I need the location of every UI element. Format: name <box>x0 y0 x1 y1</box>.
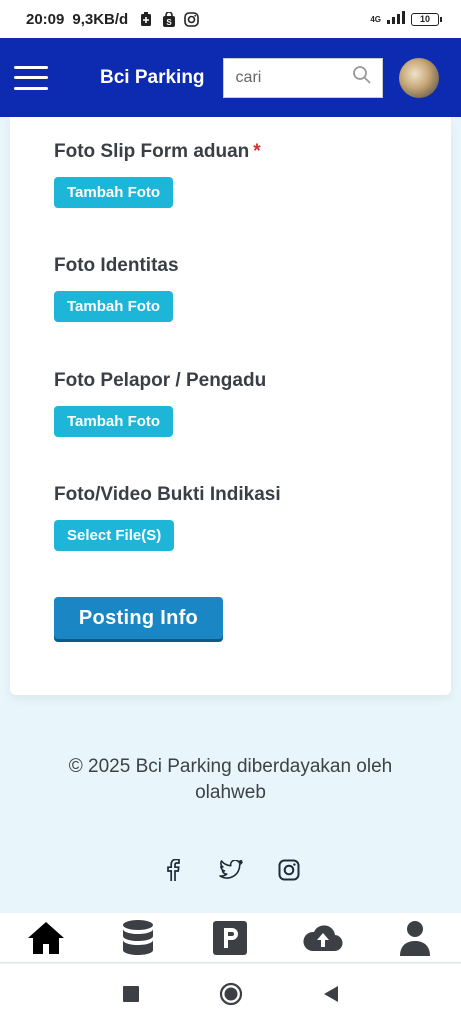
field-label: Foto Pelapor / Pengadu <box>54 370 267 391</box>
battery-icon: 10 <box>411 12 442 26</box>
social-links <box>0 858 461 882</box>
upload-form-card: Foto Slip Form aduan * Tambah Foto Foto I… <box>10 117 451 695</box>
home-button-icon[interactable] <box>216 979 246 1009</box>
field-slip-form: Foto Slip Form aduan * Tambah Foto <box>54 141 261 208</box>
parking-icon[interactable] <box>208 916 252 960</box>
copyright-text: © 2025 Bci Parking diberdayakan oleh <box>68 756 393 777</box>
select-files-button[interactable]: Select File(S) <box>54 520 175 551</box>
field-label: Foto/Video Bukti Indikasi <box>54 484 281 505</box>
add-photo-slip-button[interactable]: Tambah Foto <box>54 177 174 208</box>
status-time: 20:09 <box>26 10 65 28</box>
search-input[interactable] <box>235 68 352 87</box>
battery-level: 10 <box>419 14 430 24</box>
twitter-icon[interactable] <box>218 858 243 882</box>
field-evidence: Foto/Video Bukti Indikasi Select File(S) <box>54 484 281 551</box>
credit-link[interactable]: olahweb <box>0 780 461 806</box>
facebook-icon[interactable] <box>161 858 185 882</box>
field-identity: Foto Identitas Tambah Foto <box>54 255 179 322</box>
add-photo-reporter-button[interactable]: Tambah Foto <box>54 406 174 437</box>
status-bar: 20:09 9,3KB/d S 4G 10 <box>0 0 461 38</box>
svg-text:S: S <box>166 18 172 27</box>
field-label: Foto Identitas <box>54 255 179 276</box>
recent-apps-icon[interactable] <box>116 979 146 1009</box>
status-network-speed: 9,3KB/d <box>72 10 129 28</box>
instagram-notification-icon <box>184 11 200 27</box>
home-icon[interactable] <box>24 916 68 960</box>
signal-icon <box>387 10 405 28</box>
required-mark: * <box>253 141 261 162</box>
back-icon[interactable] <box>316 979 346 1009</box>
app-title[interactable]: Bci Parking <box>100 67 205 89</box>
database-icon[interactable] <box>116 916 160 960</box>
app-bar: Bci Parking <box>0 38 461 117</box>
add-photo-identity-button[interactable]: Tambah Foto <box>54 291 174 322</box>
search-box <box>222 57 383 98</box>
field-label: Foto Slip Form aduan * <box>54 141 261 162</box>
field-reporter: Foto Pelapor / Pengadu Tambah Foto <box>54 370 266 437</box>
posting-info-button[interactable]: Posting Info <box>54 597 223 639</box>
footer-copyright: © 2025 Bci Parking diberdayakan oleh ola… <box>0 754 461 806</box>
user-icon[interactable] <box>393 916 437 960</box>
bottom-navigation <box>0 913 461 963</box>
cloud-upload-icon[interactable] <box>301 916 345 960</box>
system-navigation-bar <box>0 964 461 1024</box>
shopping-bag-icon: S <box>161 11 176 27</box>
avatar[interactable] <box>398 57 439 98</box>
network-type: 4G <box>370 14 381 24</box>
battery-saver-icon <box>138 11 153 27</box>
menu-icon[interactable] <box>14 65 48 90</box>
instagram-icon[interactable] <box>277 858 301 882</box>
search-icon[interactable] <box>352 65 372 90</box>
